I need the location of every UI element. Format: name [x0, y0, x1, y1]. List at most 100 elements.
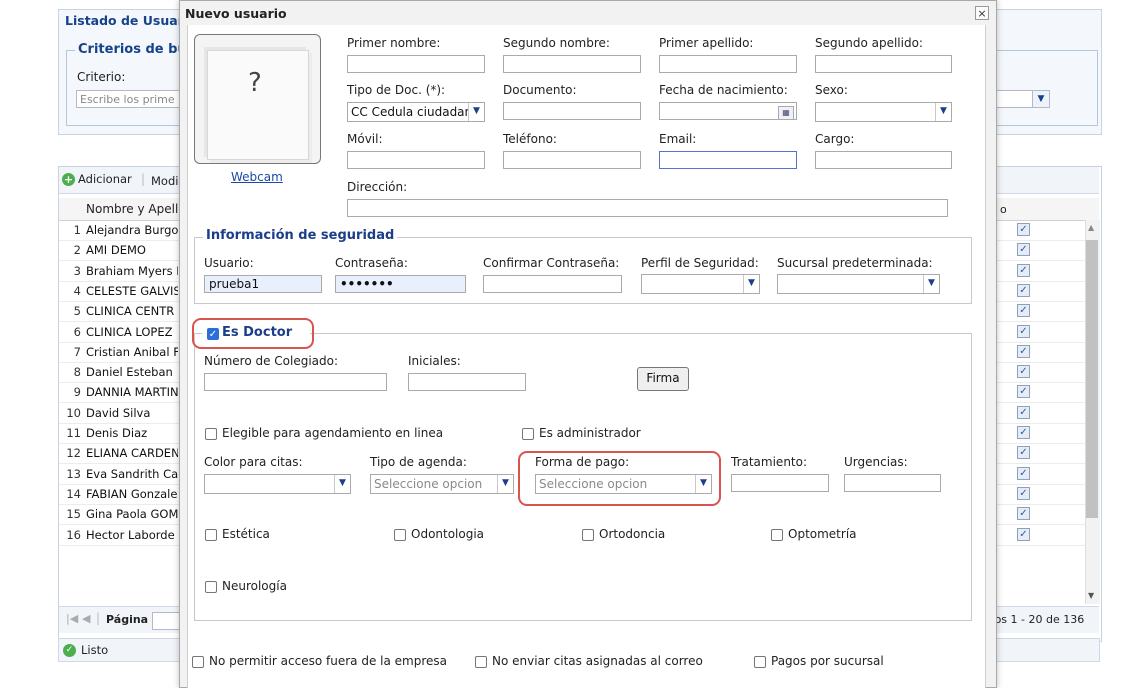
- specialty-optometria-checkbox[interactable]: [771, 529, 783, 541]
- row-name: AMI DEMO: [86, 243, 146, 258]
- criteria-filter-select[interactable]: ▼: [990, 90, 1050, 108]
- specialty-odontologia-checkbox[interactable]: [394, 529, 406, 541]
- modify-button[interactable]: Modi: [151, 174, 178, 188]
- phone-label: Teléfono:: [503, 132, 557, 146]
- row-active-checkbox[interactable]: ✓: [1017, 344, 1030, 358]
- row-number: 11: [66, 426, 81, 440]
- doc-type-select[interactable]: CC Cedula ciudadan ▼: [347, 102, 485, 122]
- row-name: Eva Sandrith Ca: [86, 466, 178, 481]
- plus-icon: +: [62, 172, 75, 186]
- row-number: 9: [73, 385, 81, 400]
- chevron-down-icon: ▼: [935, 103, 951, 121]
- security-profile-select[interactable]: ▼: [641, 274, 760, 294]
- specialty-ortodoncia-checkbox[interactable]: [582, 529, 594, 541]
- row-active-checkbox[interactable]: ✓: [1017, 405, 1030, 419]
- row-number: 10: [66, 405, 81, 420]
- email-field[interactable]: [659, 151, 797, 169]
- webcam-link[interactable]: Webcam: [231, 170, 283, 184]
- row-active-checkbox[interactable]: ✓: [1017, 263, 1030, 277]
- row-active-checkbox[interactable]: ✓: [1017, 385, 1030, 399]
- row-active-checkbox[interactable]: ✓: [1017, 507, 1030, 521]
- add-button[interactable]: + Adicionar: [62, 172, 132, 186]
- criteria-input[interactable]: Escribe los prime: [76, 90, 186, 108]
- calendar-icon[interactable]: ▦: [778, 106, 794, 120]
- row-active-checkbox[interactable]: ✓: [1017, 243, 1030, 257]
- agenda-type-select[interactable]: Seleccione opcion ▼: [370, 474, 514, 494]
- position-label: Cargo:: [815, 132, 855, 146]
- online-scheduling-checkbox[interactable]: [205, 428, 217, 440]
- phone-input[interactable]: [503, 151, 641, 169]
- row-name: ELIANA CARDEN: [86, 446, 178, 461]
- password-input[interactable]: •••••••: [335, 275, 466, 293]
- second-surname-input[interactable]: [815, 55, 952, 73]
- row-active-checkbox[interactable]: ✓: [1017, 324, 1030, 338]
- specialty-odontologia-label: Odontologia: [411, 527, 485, 541]
- row-active-checkbox[interactable]: ✓: [1017, 446, 1030, 460]
- password-label: Contraseña:: [335, 256, 408, 270]
- document-input[interactable]: [503, 102, 641, 120]
- initials-input[interactable]: [408, 373, 526, 391]
- prev-page-icon[interactable]: ◀: [82, 612, 90, 625]
- is-admin-label: Es administrador: [539, 426, 641, 440]
- row-active-checkbox[interactable]: ✓: [1017, 223, 1030, 236]
- sex-select[interactable]: ▼: [815, 102, 952, 122]
- birthdate-input[interactable]: [659, 102, 797, 120]
- second-surname-label: Segundo apellido:: [815, 36, 923, 50]
- emergencies-input[interactable]: [844, 474, 941, 492]
- no-email-appointments-checkbox[interactable]: [475, 656, 487, 668]
- row-number: 12: [66, 446, 81, 461]
- license-number-input[interactable]: [204, 373, 387, 391]
- first-page-icon[interactable]: |◀: [66, 612, 78, 625]
- confirm-password-input[interactable]: [483, 275, 622, 293]
- address-input[interactable]: [347, 199, 948, 217]
- payments-by-branch-checkbox[interactable]: [754, 656, 766, 668]
- signature-button[interactable]: Firma: [637, 367, 689, 391]
- row-name: Brahiam Myers M: [86, 263, 178, 278]
- row-number: 16: [66, 527, 81, 542]
- default-branch-select[interactable]: ▼: [777, 274, 940, 294]
- specialty-neurologia-checkbox[interactable]: [205, 581, 217, 593]
- row-name: David Silva: [86, 405, 151, 420]
- second-name-input[interactable]: [503, 55, 641, 73]
- row-number: 13: [66, 466, 81, 481]
- treatment-input[interactable]: [731, 474, 829, 492]
- row-name: Alejandra Burgo: [86, 223, 178, 237]
- appointment-color-label: Color para citas:: [204, 455, 303, 469]
- no-outside-access-label: No permitir acceso fuera de la empresa: [209, 654, 447, 668]
- add-button-label: Adicionar: [78, 172, 132, 186]
- username-input[interactable]: prueba1: [204, 275, 322, 293]
- appointment-color-select[interactable]: ▼: [204, 474, 351, 494]
- row-name: Gina Paola GOM: [86, 507, 178, 522]
- confirm-password-label: Confirmar Contraseña:: [483, 256, 620, 270]
- payments-by-branch-label: Pagos por sucursal: [771, 654, 884, 668]
- is-admin-checkbox[interactable]: [522, 428, 534, 440]
- first-surname-input[interactable]: [659, 55, 797, 73]
- scroll-down-arrow-icon[interactable]: ▼: [1088, 591, 1094, 600]
- page-number-input[interactable]: [152, 612, 180, 630]
- mobile-input[interactable]: [347, 151, 485, 169]
- scroll-up-arrow-icon[interactable]: ▲: [1088, 223, 1094, 232]
- first-name-input[interactable]: [347, 55, 485, 73]
- column-header-right[interactable]: o: [1000, 203, 1007, 216]
- row-active-checkbox[interactable]: ✓: [1017, 426, 1030, 439]
- row-name: Daniel Esteban: [86, 365, 173, 380]
- row-active-checkbox[interactable]: ✓: [1017, 466, 1030, 480]
- specialty-estetica-label: Estética: [222, 527, 270, 541]
- scrollbar-thumb[interactable]: [1086, 240, 1098, 518]
- second-name-label: Segundo nombre:: [503, 36, 610, 50]
- close-icon[interactable]: ×: [975, 6, 989, 20]
- row-active-checkbox[interactable]: ✓: [1017, 304, 1030, 318]
- row-active-checkbox[interactable]: ✓: [1017, 283, 1030, 297]
- toolbar-separator: |: [141, 172, 146, 186]
- row-active-checkbox[interactable]: ✓: [1017, 365, 1030, 379]
- column-header-name[interactable]: Nombre y Apellid: [86, 202, 189, 216]
- row-active-checkbox[interactable]: ✓: [1017, 527, 1030, 541]
- row-name: CELESTE GALVIS: [86, 283, 178, 298]
- position-input[interactable]: [815, 151, 952, 169]
- specialty-estetica-checkbox[interactable]: [205, 529, 217, 541]
- no-outside-access-checkbox[interactable]: [192, 656, 204, 668]
- status-indicator: ✓ Listo: [63, 643, 108, 657]
- security-legend: Información de seguridad: [203, 228, 398, 243]
- row-active-checkbox[interactable]: ✓: [1017, 486, 1030, 500]
- birthdate-label: Fecha de nacimiento:: [659, 83, 788, 97]
